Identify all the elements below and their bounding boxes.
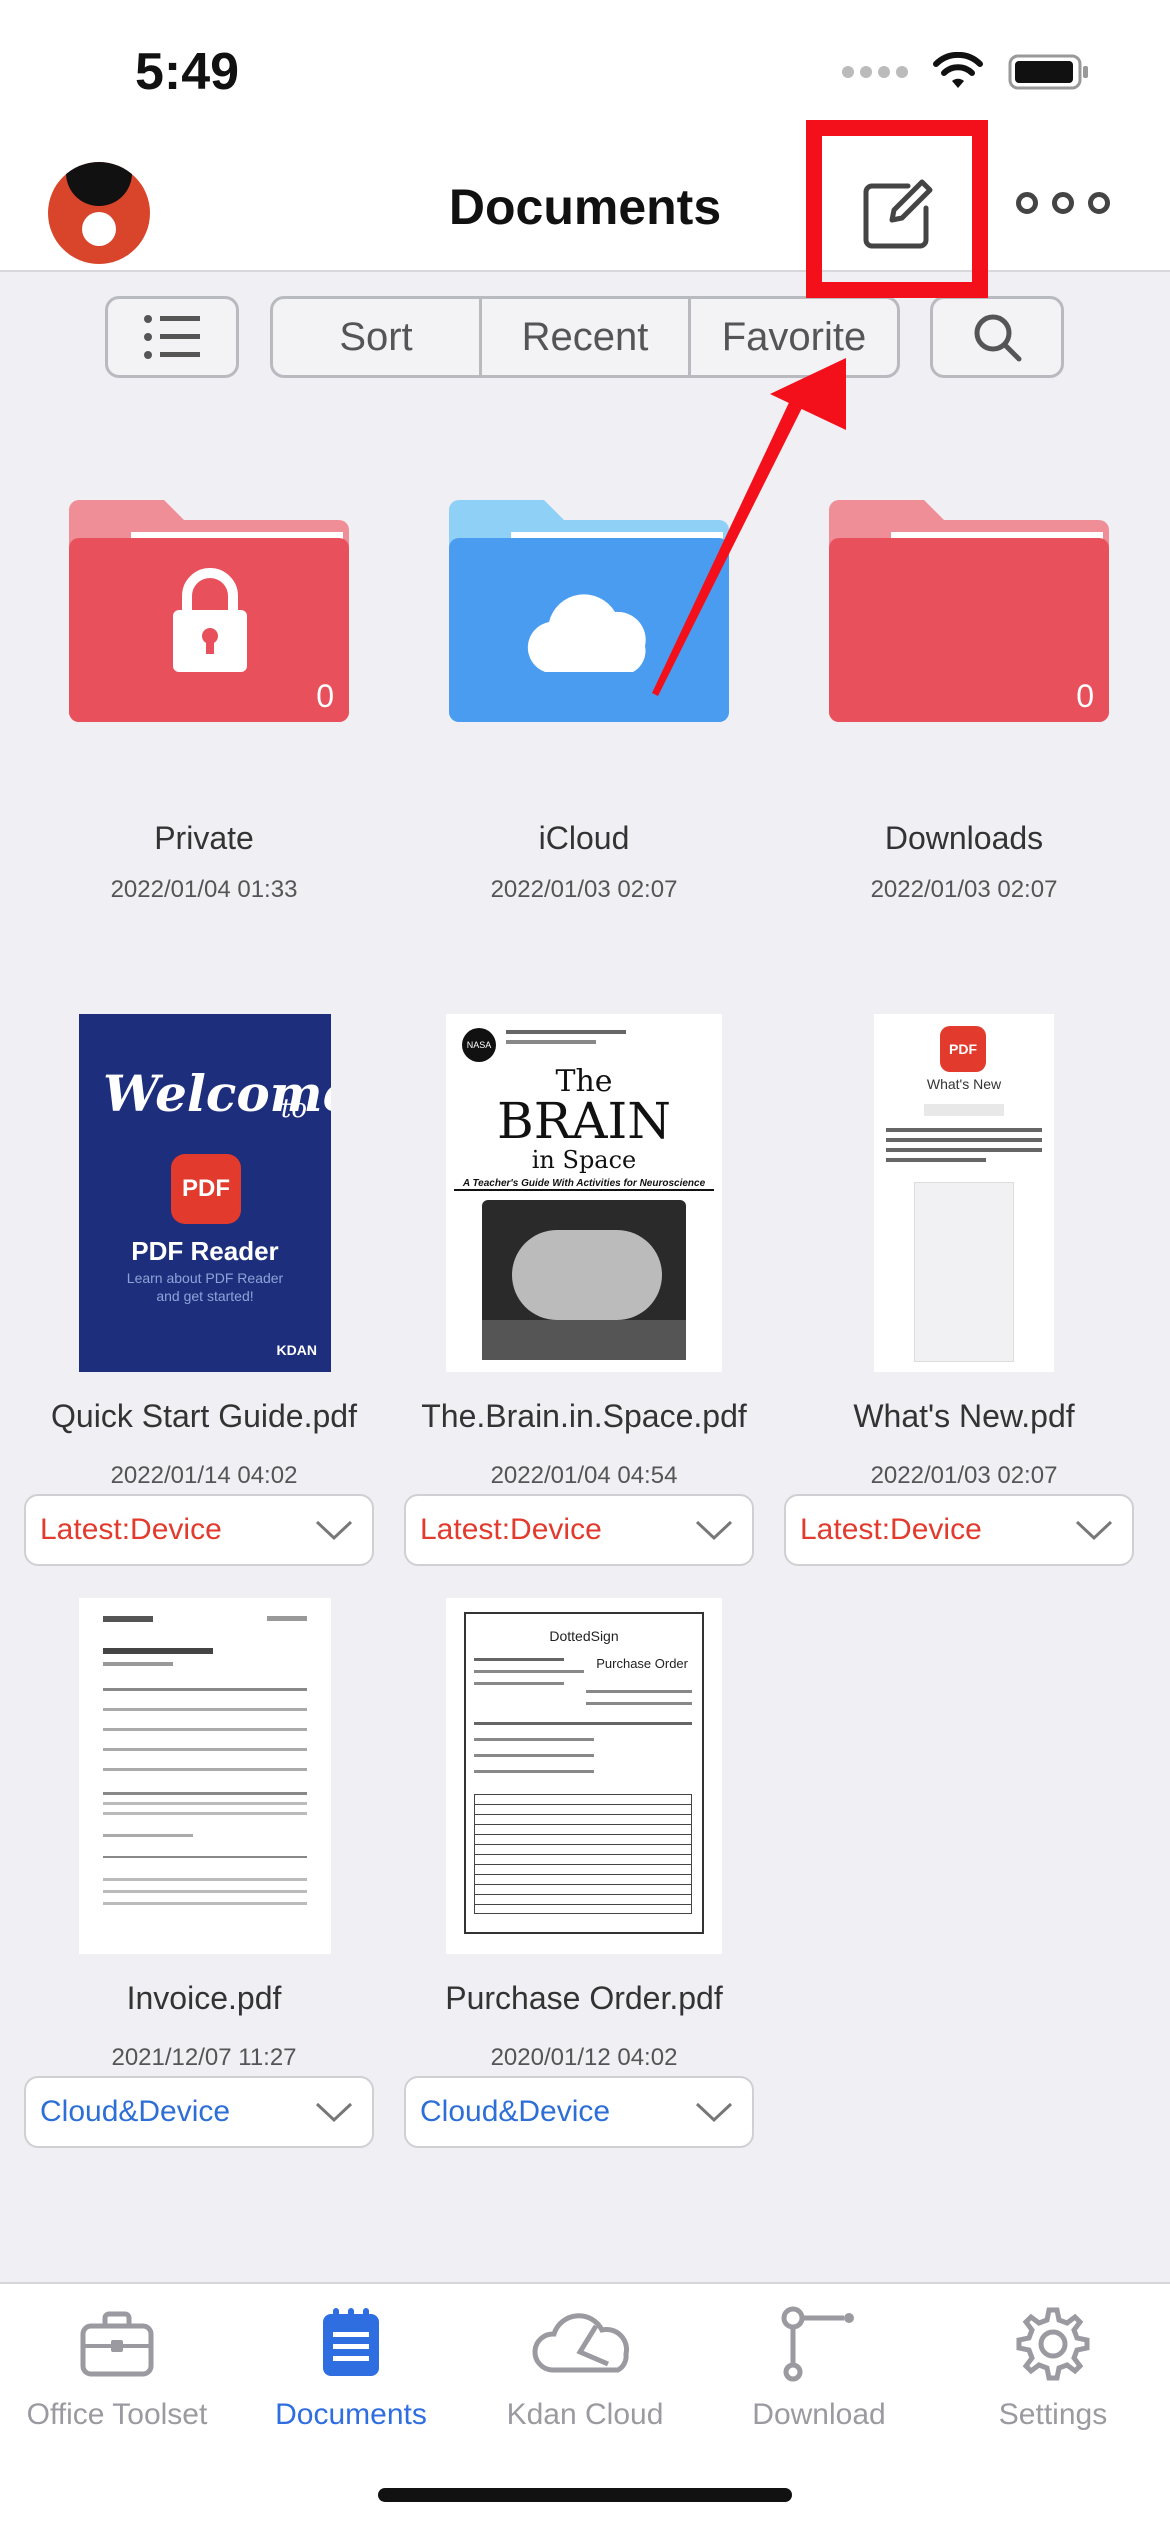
file-date: 2021/12/07 11:27 bbox=[111, 2044, 297, 2071]
sync-status-label: Latest:Device bbox=[800, 1513, 982, 1546]
folder-name: Private bbox=[154, 820, 254, 856]
file-invoice[interactable]: Invoice.pdf 2021/12/07 11:27 Cloud&Devic… bbox=[14, 1598, 394, 2158]
tab-label: Download bbox=[752, 2398, 886, 2431]
file-purchase-order[interactable]: DottedSign Purchase Order Purchase Order… bbox=[394, 1598, 774, 2158]
tab-download[interactable]: Download bbox=[702, 2304, 936, 2432]
folder-icloud[interactable]: iCloud 2022/01/03 02:07 bbox=[394, 490, 774, 920]
search-icon bbox=[974, 314, 1022, 362]
folder-date: 2022/01/03 02:07 bbox=[870, 876, 1058, 903]
file-date: 2020/01/12 04:02 bbox=[490, 2044, 678, 2071]
tab-office-toolset[interactable]: Office Toolset bbox=[0, 2304, 234, 2432]
folder-private[interactable]: 0 Private 2022/01/04 01:33 bbox=[14, 490, 394, 920]
documents-icon bbox=[323, 2308, 379, 2376]
folder-icon bbox=[829, 500, 1109, 722]
home-indicator bbox=[378, 2488, 792, 2502]
file-thumbnail: Welcome to PDF PDF Reader Learn about PD… bbox=[79, 1014, 331, 1372]
tab-label: Documents bbox=[275, 2398, 427, 2431]
cellular-signal-icon bbox=[842, 66, 908, 78]
tab-label: Office Toolset bbox=[26, 2398, 208, 2431]
folder-name: Downloads bbox=[884, 820, 1044, 856]
folder-count: 0 bbox=[1076, 678, 1094, 714]
file-name: The.Brain.in.Space.pdf bbox=[421, 1398, 747, 1434]
sync-status-dropdown[interactable]: Cloud&Device bbox=[404, 2076, 754, 2148]
tab-kdan-cloud[interactable]: Kdan Cloud bbox=[468, 2304, 702, 2432]
tab-settings[interactable]: Settings bbox=[936, 2304, 1170, 2432]
list-view-button[interactable] bbox=[105, 296, 239, 378]
more-options-icon[interactable] bbox=[1016, 192, 1110, 214]
page-title: Documents bbox=[448, 179, 722, 235]
file-name: Invoice.pdf bbox=[126, 1980, 282, 2016]
brain-image bbox=[482, 1200, 686, 1360]
sort-button[interactable]: Sort bbox=[273, 299, 482, 375]
wifi-icon bbox=[933, 52, 983, 88]
download-icon bbox=[781, 2306, 854, 2382]
sync-status-label: Latest:Device bbox=[420, 1513, 602, 1546]
file-date: 2022/01/04 04:54 bbox=[490, 1462, 678, 1489]
file-brain-in-space[interactable]: NASA The BRAIN in Space A Teacher's Guid… bbox=[394, 1014, 774, 1574]
sync-status-label: Latest:Device bbox=[40, 1513, 222, 1546]
file-date: 2022/01/14 04:02 bbox=[110, 1462, 298, 1489]
favorite-button[interactable]: Favorite bbox=[691, 299, 897, 375]
sync-status-label: Cloud&Device bbox=[420, 2095, 611, 2128]
chevron-down-icon bbox=[695, 1520, 733, 1541]
folder-downloads[interactable]: 0 Downloads 2022/01/03 02:07 bbox=[774, 490, 1154, 920]
file-name: Quick Start Guide.pdf bbox=[51, 1398, 357, 1434]
file-name: Purchase Order.pdf bbox=[445, 1980, 723, 2016]
tab-label: Settings bbox=[998, 2398, 1108, 2431]
file-thumbnail: DottedSign Purchase Order bbox=[446, 1598, 722, 1954]
folder-date: 2022/01/04 01:33 bbox=[110, 876, 298, 903]
nav-header: Documents bbox=[0, 140, 1170, 272]
status-icons bbox=[842, 52, 1090, 92]
folder-name: iCloud bbox=[538, 820, 630, 856]
sync-status-dropdown[interactable]: Latest:Device bbox=[784, 1494, 1134, 1566]
chevron-down-icon bbox=[315, 1520, 353, 1541]
gear-icon bbox=[1016, 2307, 1090, 2381]
sync-status-dropdown[interactable]: Latest:Device bbox=[404, 1494, 754, 1566]
sync-status-dropdown[interactable]: Latest:Device bbox=[24, 1494, 374, 1566]
briefcase-icon bbox=[80, 2311, 154, 2377]
chevron-down-icon bbox=[315, 2102, 353, 2123]
chevron-down-icon bbox=[1075, 1520, 1113, 1541]
sync-status-dropdown[interactable]: Cloud&Device bbox=[24, 2076, 374, 2148]
pdf-badge-icon: PDF bbox=[940, 1026, 986, 1072]
kdan-cloud-icon bbox=[532, 2313, 629, 2373]
pdf-badge-icon: PDF bbox=[171, 1154, 241, 1224]
folder-date: 2022/01/03 02:07 bbox=[490, 876, 678, 903]
file-thumbnail: PDF What's New bbox=[874, 1014, 1054, 1372]
file-thumbnail: NASA The BRAIN in Space A Teacher's Guid… bbox=[446, 1014, 722, 1372]
sync-status-label: Cloud&Device bbox=[40, 2095, 231, 2128]
file-quick-start-guide[interactable]: Welcome to PDF PDF Reader Learn about PD… bbox=[14, 1014, 394, 1574]
file-thumbnail bbox=[79, 1598, 331, 1954]
status-bar: 5:49 bbox=[0, 0, 1170, 140]
highlight-box bbox=[806, 120, 988, 298]
folder-icon bbox=[69, 500, 349, 722]
nasa-logo-icon: NASA bbox=[462, 1028, 496, 1062]
tab-documents[interactable]: Documents bbox=[234, 2304, 468, 2432]
recent-button[interactable]: Recent bbox=[482, 299, 691, 375]
battery-icon bbox=[1008, 54, 1088, 90]
status-time: 5:49 bbox=[135, 43, 240, 101]
folder-icon bbox=[449, 500, 729, 722]
file-date: 2022/01/03 02:07 bbox=[870, 1462, 1058, 1489]
sort-segmented-control: Sort Recent Favorite bbox=[270, 296, 900, 378]
search-button[interactable] bbox=[930, 296, 1064, 378]
file-whats-new[interactable]: PDF What's New What's New.pdf 2022/01/03… bbox=[774, 1014, 1154, 1574]
file-name: What's New.pdf bbox=[853, 1398, 1075, 1434]
chevron-down-icon bbox=[695, 2102, 733, 2123]
tab-label: Kdan Cloud bbox=[506, 2398, 664, 2431]
toolbar: Sort Recent Favorite bbox=[0, 296, 1170, 382]
folder-count: 0 bbox=[316, 678, 334, 714]
list-icon bbox=[144, 315, 200, 359]
